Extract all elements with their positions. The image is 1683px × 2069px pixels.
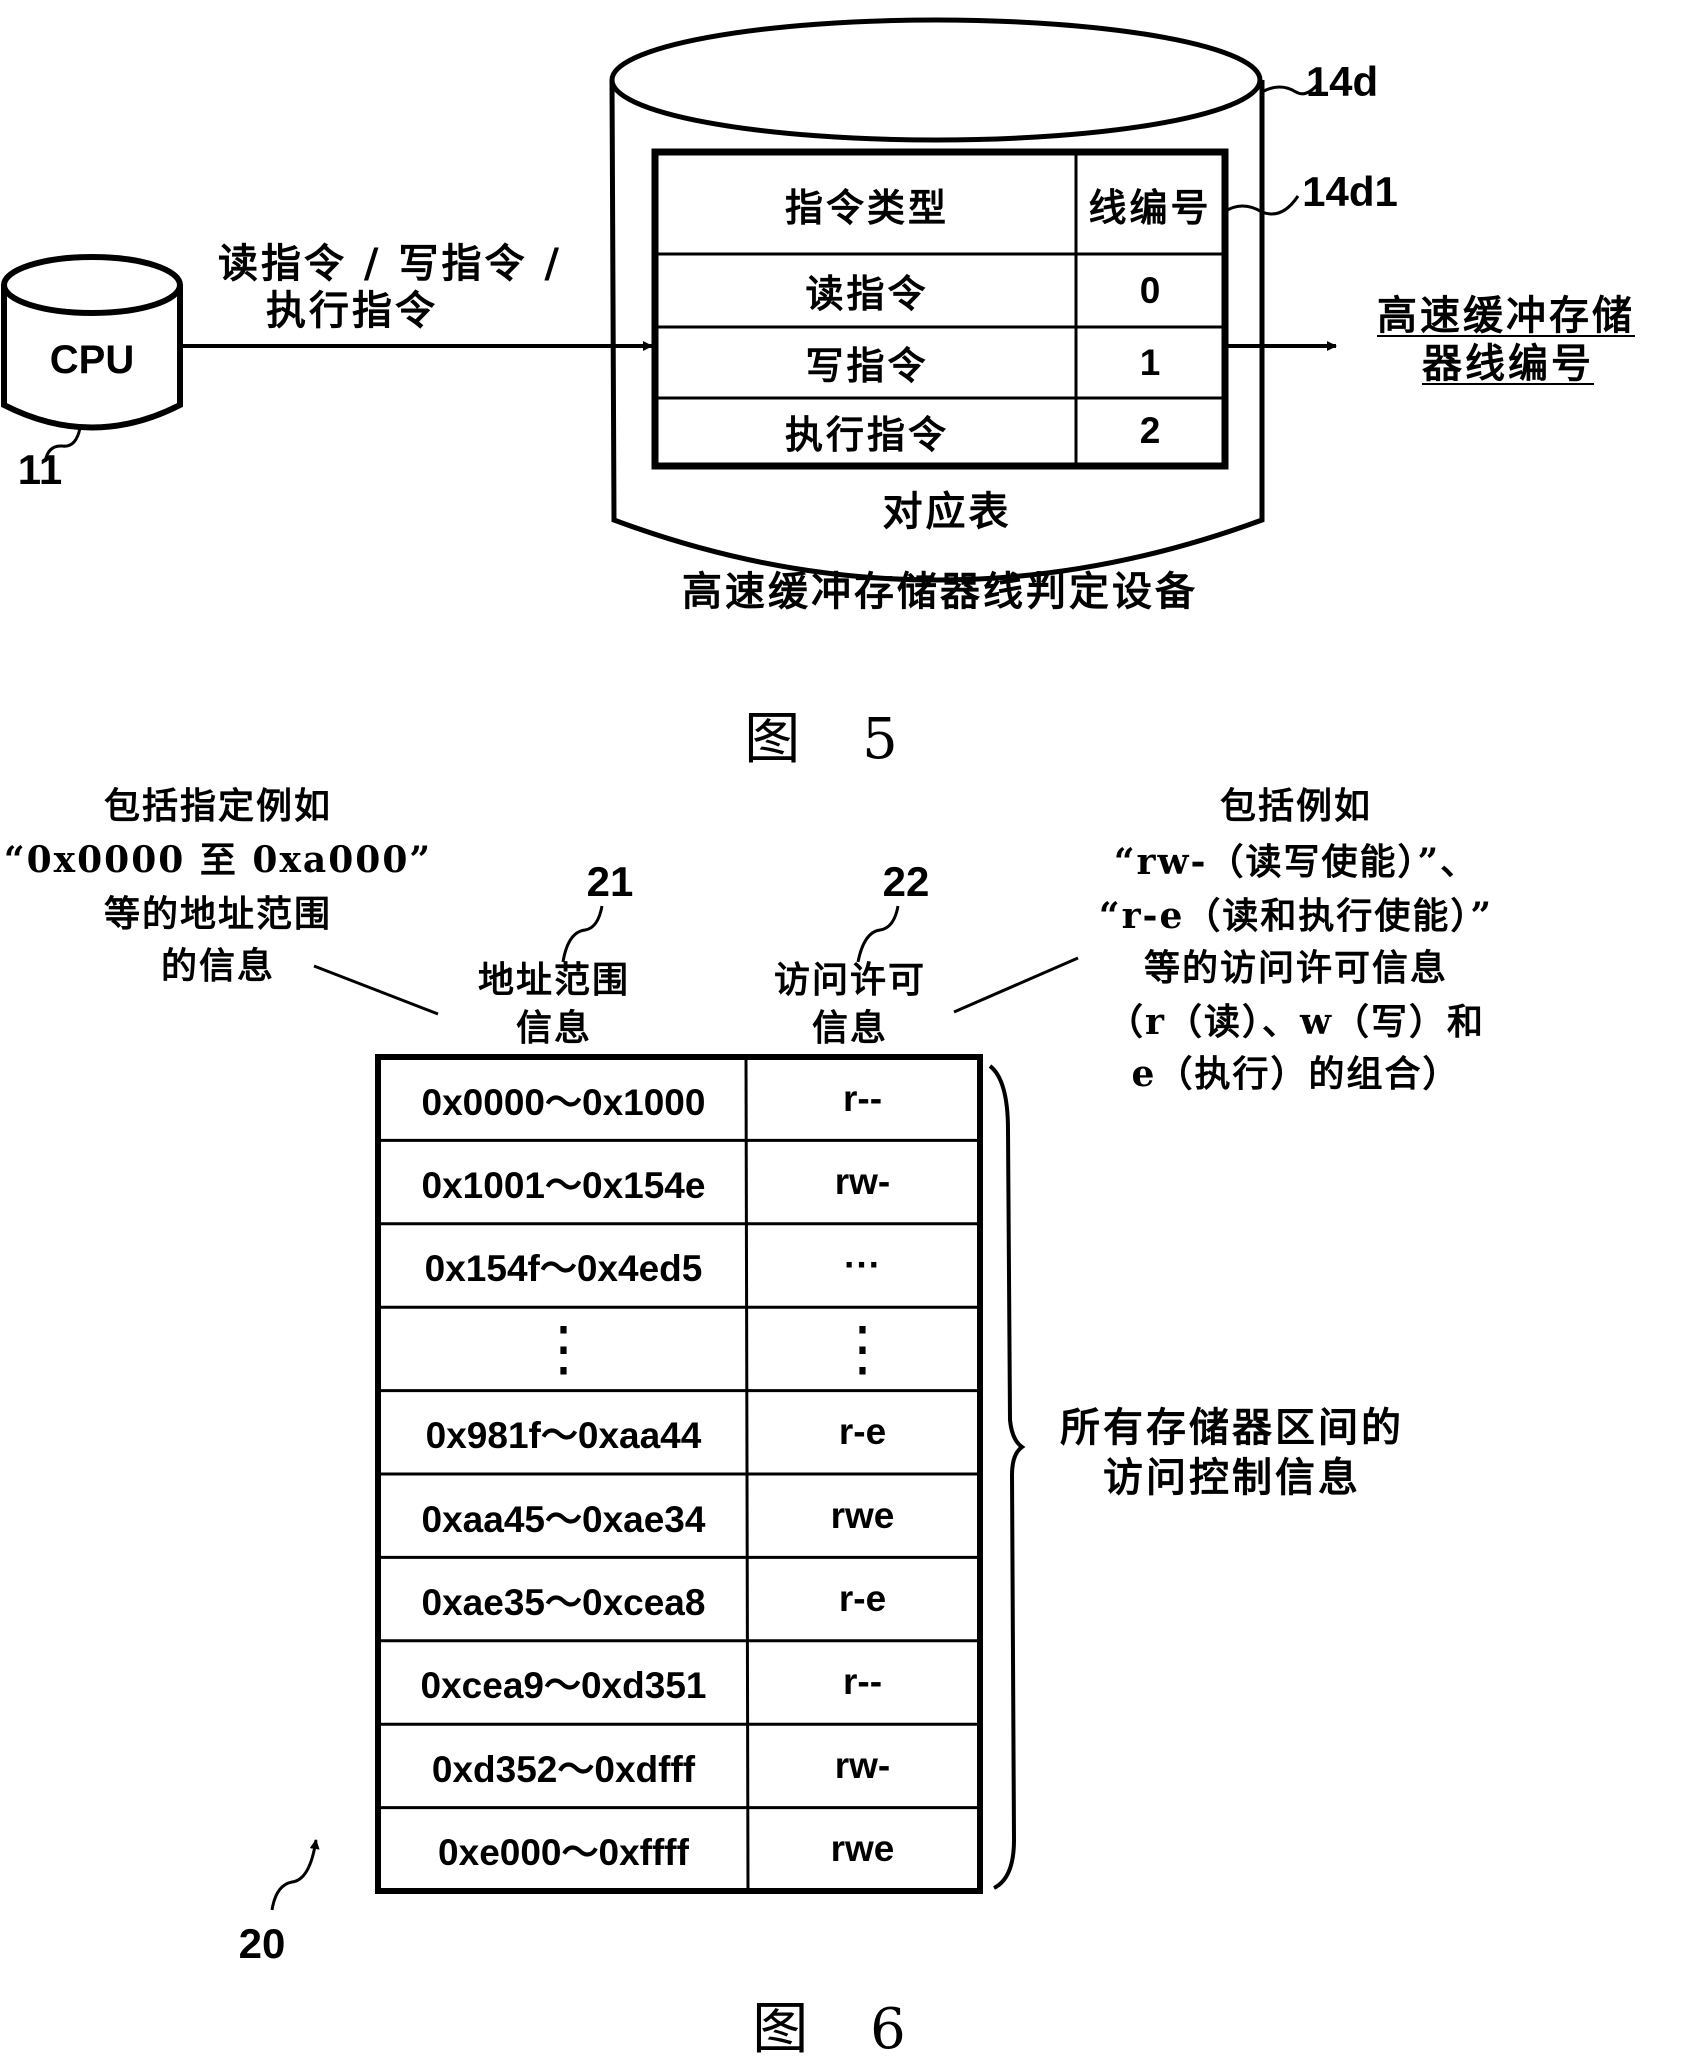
table-row-permission: rwe <box>830 1494 895 1536</box>
brace-label-line1: 所有存储器区间的 <box>1060 1405 1404 1451</box>
table-row-address-range: 0xaa45～0xae34 <box>421 1498 706 1540</box>
left-annotation-line: “0x0000 至 0xa000” <box>3 839 433 881</box>
table-row-address-range: 0xae35～0xcea8 <box>421 1582 706 1624</box>
device-name: 高速缓冲存储器线判定设备 <box>682 569 1198 615</box>
col22-ref-number: 22 <box>882 858 930 905</box>
table20-ref-squiggle <box>270 1839 320 1911</box>
output-label-line2: 器线编号 <box>1422 341 1594 387</box>
left-annotation-leader <box>313 964 439 1016</box>
right-annotation-line: 包括例如 <box>1219 785 1373 827</box>
col-header-access-permission-line1: 访问许可 <box>773 959 927 1001</box>
col-header-instruction-type: 指令类型 <box>784 186 949 230</box>
table-row-address-range: 0x154f～0x4ed5 <box>424 1248 703 1290</box>
table-row-permission: r-- <box>842 1077 883 1119</box>
col-header-access-permission-line2: 信息 <box>811 1007 889 1049</box>
table-caption: 对应表 <box>882 489 1012 535</box>
table-row-permission: ⋮ <box>832 1314 893 1382</box>
table-row-instruction: 执行指令 <box>784 412 949 457</box>
right-annotation-line: e（执行）的组合） <box>1131 1053 1461 1095</box>
table-row-address-range: ⋮ <box>533 1314 594 1382</box>
table-row-permission: r-- <box>842 1661 883 1703</box>
left-annotation-line: 等的地址范围 <box>103 893 333 935</box>
figure6-caption: 图 6 <box>752 1997 928 2062</box>
table-row-permission: rwe <box>830 1828 895 1870</box>
table-row-permission: r-e <box>838 1578 887 1620</box>
right-annotation-line: “rw-（读写使能）”、 <box>1113 841 1479 883</box>
input-label-line2: 执行指令 <box>266 288 438 334</box>
right-brace <box>988 1064 1026 1890</box>
col21-ref-number: 21 <box>586 858 634 905</box>
col-header-address-range-line2: 信息 <box>515 1007 593 1049</box>
table-row-address-range: 0xd352～0xdfff <box>431 1748 696 1790</box>
brace-label-line2: 访问控制信息 <box>1103 1455 1361 1501</box>
cpu-label: CPU <box>49 338 135 382</box>
table-row-address-range: 0x1001～0x154e <box>421 1165 706 1207</box>
input-label-line1: 读指令 / 写指令 / <box>218 241 562 287</box>
table-row-address-range: 0xe000～0xffff <box>438 1832 689 1874</box>
table-ref-number: 14d1 <box>1302 168 1398 215</box>
col22-ref-squiggle <box>856 905 900 963</box>
table20-ref-number: 20 <box>238 1920 286 1967</box>
table-row-address-range: 0x981f～0xaa44 <box>425 1415 702 1457</box>
figure5-caption: 图 5 <box>744 707 920 772</box>
table-row-instruction: 读指令 <box>805 272 929 316</box>
table-row-permission: ··· <box>844 1244 881 1286</box>
output-label-line1: 高速缓冲存储 <box>1377 293 1635 339</box>
col-header-line-number: 线编号 <box>1088 186 1212 230</box>
table-row-instruction: 写指令 <box>805 344 929 388</box>
table-row-line: 0 <box>1139 269 1161 311</box>
right-annotation-line: “r-e（读和执行使能）” <box>1098 895 1494 937</box>
right-annotation-line: 等的访问许可信息 <box>1143 947 1449 989</box>
table-row-permission: rw- <box>834 1744 891 1786</box>
table-row-address-range: 0x0000～0x1000 <box>421 1081 706 1123</box>
cpu-ref-number: 11 <box>17 446 63 493</box>
table-row-permission: rw- <box>834 1161 891 1203</box>
right-annotation-leader <box>953 956 1079 1014</box>
table-row-line: 1 <box>1139 341 1161 383</box>
col-header-address-range-line1: 地址范围 <box>477 959 631 1001</box>
left-annotation-line: 包括指定例如 <box>103 785 333 827</box>
table-row-address-range: 0xcea9～0xd351 <box>420 1665 707 1707</box>
table-row-line: 2 <box>1139 410 1161 451</box>
right-annotation-line: （r（读）、w（写）和 <box>1107 1001 1485 1043</box>
device-ref-number: 14d <box>1305 58 1379 105</box>
table-row-permission: r-e <box>838 1411 887 1453</box>
col21-ref-squiggle <box>561 905 604 963</box>
left-annotation-line: 的信息 <box>160 945 276 987</box>
